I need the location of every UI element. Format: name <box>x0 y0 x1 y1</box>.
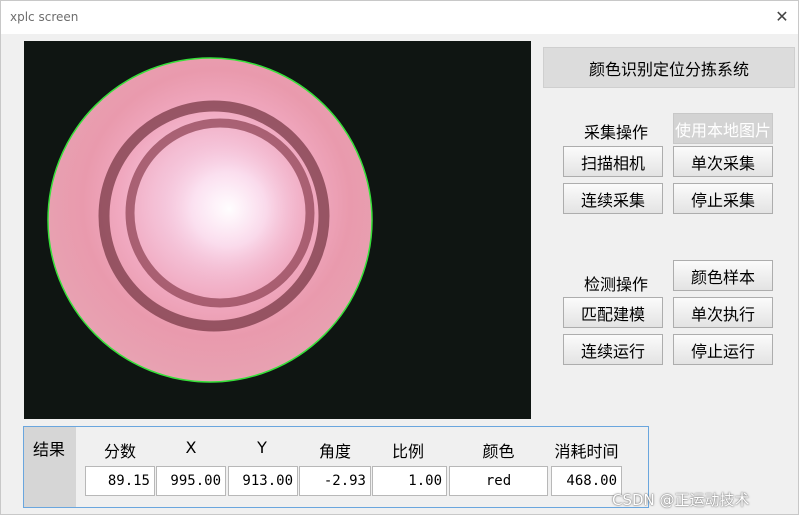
continuous-run-button[interactable]: 连续运行 <box>563 334 663 365</box>
scan-camera-button[interactable]: 扫描相机 <box>563 146 663 177</box>
header-scale: 比例 <box>391 442 424 461</box>
results-label: 结果 <box>33 440 66 459</box>
stop-capture-button[interactable]: 停止采集 <box>673 183 773 214</box>
header-angle: 角度 <box>318 442 351 461</box>
angle-value[interactable]: -2.93 <box>299 466 371 496</box>
use-local-image-button[interactable]: 使用本地图片 <box>673 113 773 144</box>
watermark: CSDN @正运动技术 <box>612 491 750 509</box>
results-label-bg: 结果 <box>24 427 76 507</box>
score-value[interactable]: 89.15 <box>85 466 155 496</box>
detection-label: 检测操作 <box>584 275 649 294</box>
match-model-button[interactable]: 匹配建模 <box>563 297 663 328</box>
title-bar[interactable]: xplc screen ✕ <box>1 1 798 34</box>
app-window: xplc screen ✕ 颜色识别定位分拣系统 采集操作 使用本地图片 扫描相… <box>0 0 799 515</box>
stop-run-button[interactable]: 停止运行 <box>673 334 773 365</box>
window-title: xplc screen <box>10 10 79 24</box>
close-icon[interactable]: ✕ <box>770 6 794 28</box>
single-capture-button[interactable]: 单次采集 <box>673 146 773 177</box>
color-sample-button[interactable]: 颜色样本 <box>673 260 773 291</box>
acquisition-label: 采集操作 <box>584 123 649 142</box>
scale-value[interactable]: 1.00 <box>372 466 447 496</box>
camera-view <box>24 41 531 419</box>
color-value[interactable]: red <box>449 466 548 496</box>
header-score: 分数 <box>103 442 136 461</box>
y-value[interactable]: 913.00 <box>228 466 298 496</box>
header-time: 消耗时间 <box>554 442 619 461</box>
continuous-capture-button[interactable]: 连续采集 <box>563 183 663 214</box>
single-execute-button[interactable]: 单次执行 <box>673 297 773 328</box>
header-y: Y <box>257 438 267 457</box>
header-x: X <box>185 438 197 457</box>
system-title: 颜色识别定位分拣系统 <box>543 47 795 88</box>
x-value[interactable]: 995.00 <box>156 466 226 496</box>
camera-image <box>24 41 531 419</box>
header-color: 颜色 <box>482 442 515 461</box>
